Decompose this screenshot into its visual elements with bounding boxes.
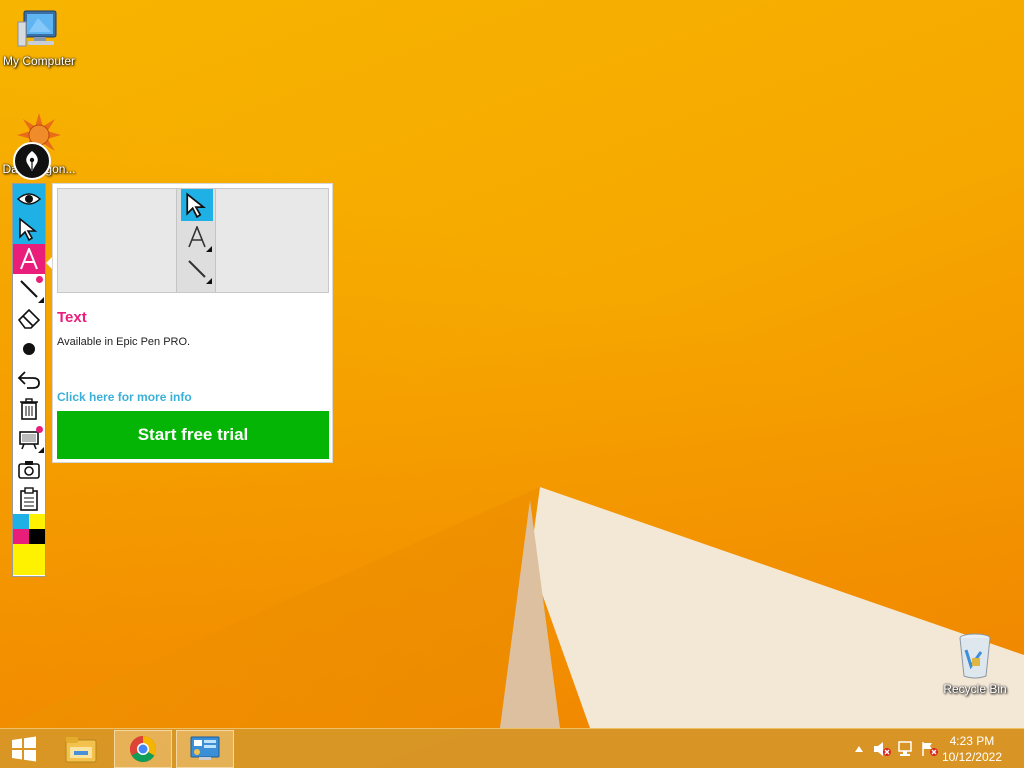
speaker-muted-icon[interactable] [873,740,891,758]
popup-description: Available in Epic Pen PRO. [57,336,191,348]
cursor-icon [19,217,38,241]
preview-text-icon [181,221,213,253]
windows-logo-icon [12,736,36,762]
color-dot [36,276,43,283]
clock-date: 10/12/2022 [941,750,1002,764]
clock-time: 4:23 PM [949,734,995,748]
tool-brush-size[interactable] [13,334,45,364]
desktop-icon-recycle-bin[interactable]: Recycle Bin [937,630,1013,696]
epic-pen-logo-button[interactable] [13,142,51,180]
tool-text[interactable] [13,244,45,274]
start-free-trial-button[interactable]: Start free trial [57,411,329,459]
submenu-indicator [38,297,44,303]
computer-icon [16,8,62,52]
color-swatch-pink[interactable] [13,529,29,544]
eye-icon [17,193,41,205]
color-swatch-yellow[interactable] [29,514,45,529]
desktop-icon-label: My Computer [2,54,76,68]
folder-icon [65,737,97,763]
eraser-icon [17,308,41,329]
taskbar-control-panel[interactable] [176,730,234,768]
current-color-swatch[interactable] [13,544,45,575]
text-icon [20,248,38,270]
color-swatch-black[interactable] [29,529,45,544]
preview-toolbar [176,189,216,292]
pro-feature-popup: Text Available in Epic Pen PRO. Click he… [52,183,333,463]
more-info-link[interactable]: Click here for more info [57,390,192,404]
tool-line[interactable] [13,274,45,304]
preview-line-icon [181,253,213,285]
taskbar [0,728,1024,768]
taskbar-chrome[interactable] [114,730,172,768]
show-hidden-icons-chevron-up-icon[interactable] [850,740,868,758]
network-icon[interactable] [897,740,915,758]
clipboard-icon [20,487,38,511]
recycle-bin-icon [955,630,995,680]
desktop-icon-my-computer[interactable]: My Computer [1,8,77,68]
chrome-icon [129,735,157,763]
feature-preview-image [57,188,329,293]
action-center-flag-icon[interactable] [921,740,939,758]
tool-undo[interactable] [13,364,45,394]
tool-cursor[interactable] [13,214,45,244]
undo-icon [17,371,40,389]
preview-cursor-icon [181,189,213,221]
control-panel-icon [190,736,220,760]
taskbar-clock[interactable]: 4:23 PM 10/12/2022 [942,733,1002,765]
color-swatch-blue[interactable] [13,514,29,529]
brush-size-icon [23,343,35,355]
color-dot [36,426,43,433]
taskbar-file-explorer[interactable] [56,730,106,768]
camera-icon [18,461,40,479]
tool-clear[interactable] [13,394,45,424]
desktop-icon-label: Recycle Bin [943,682,1007,696]
epic-pen-toolbar [12,183,46,577]
tool-hide[interactable] [13,184,45,214]
pen-nib-icon [26,151,38,171]
popup-title: Text [57,309,87,326]
tool-whiteboard[interactable] [13,424,45,454]
tool-clipboard[interactable] [13,484,45,514]
submenu-indicator [38,447,44,453]
tool-screenshot[interactable] [13,454,45,484]
color-palette [13,514,45,575]
tool-eraser[interactable] [13,304,45,334]
trash-icon [20,398,38,420]
start-button[interactable] [4,730,44,768]
